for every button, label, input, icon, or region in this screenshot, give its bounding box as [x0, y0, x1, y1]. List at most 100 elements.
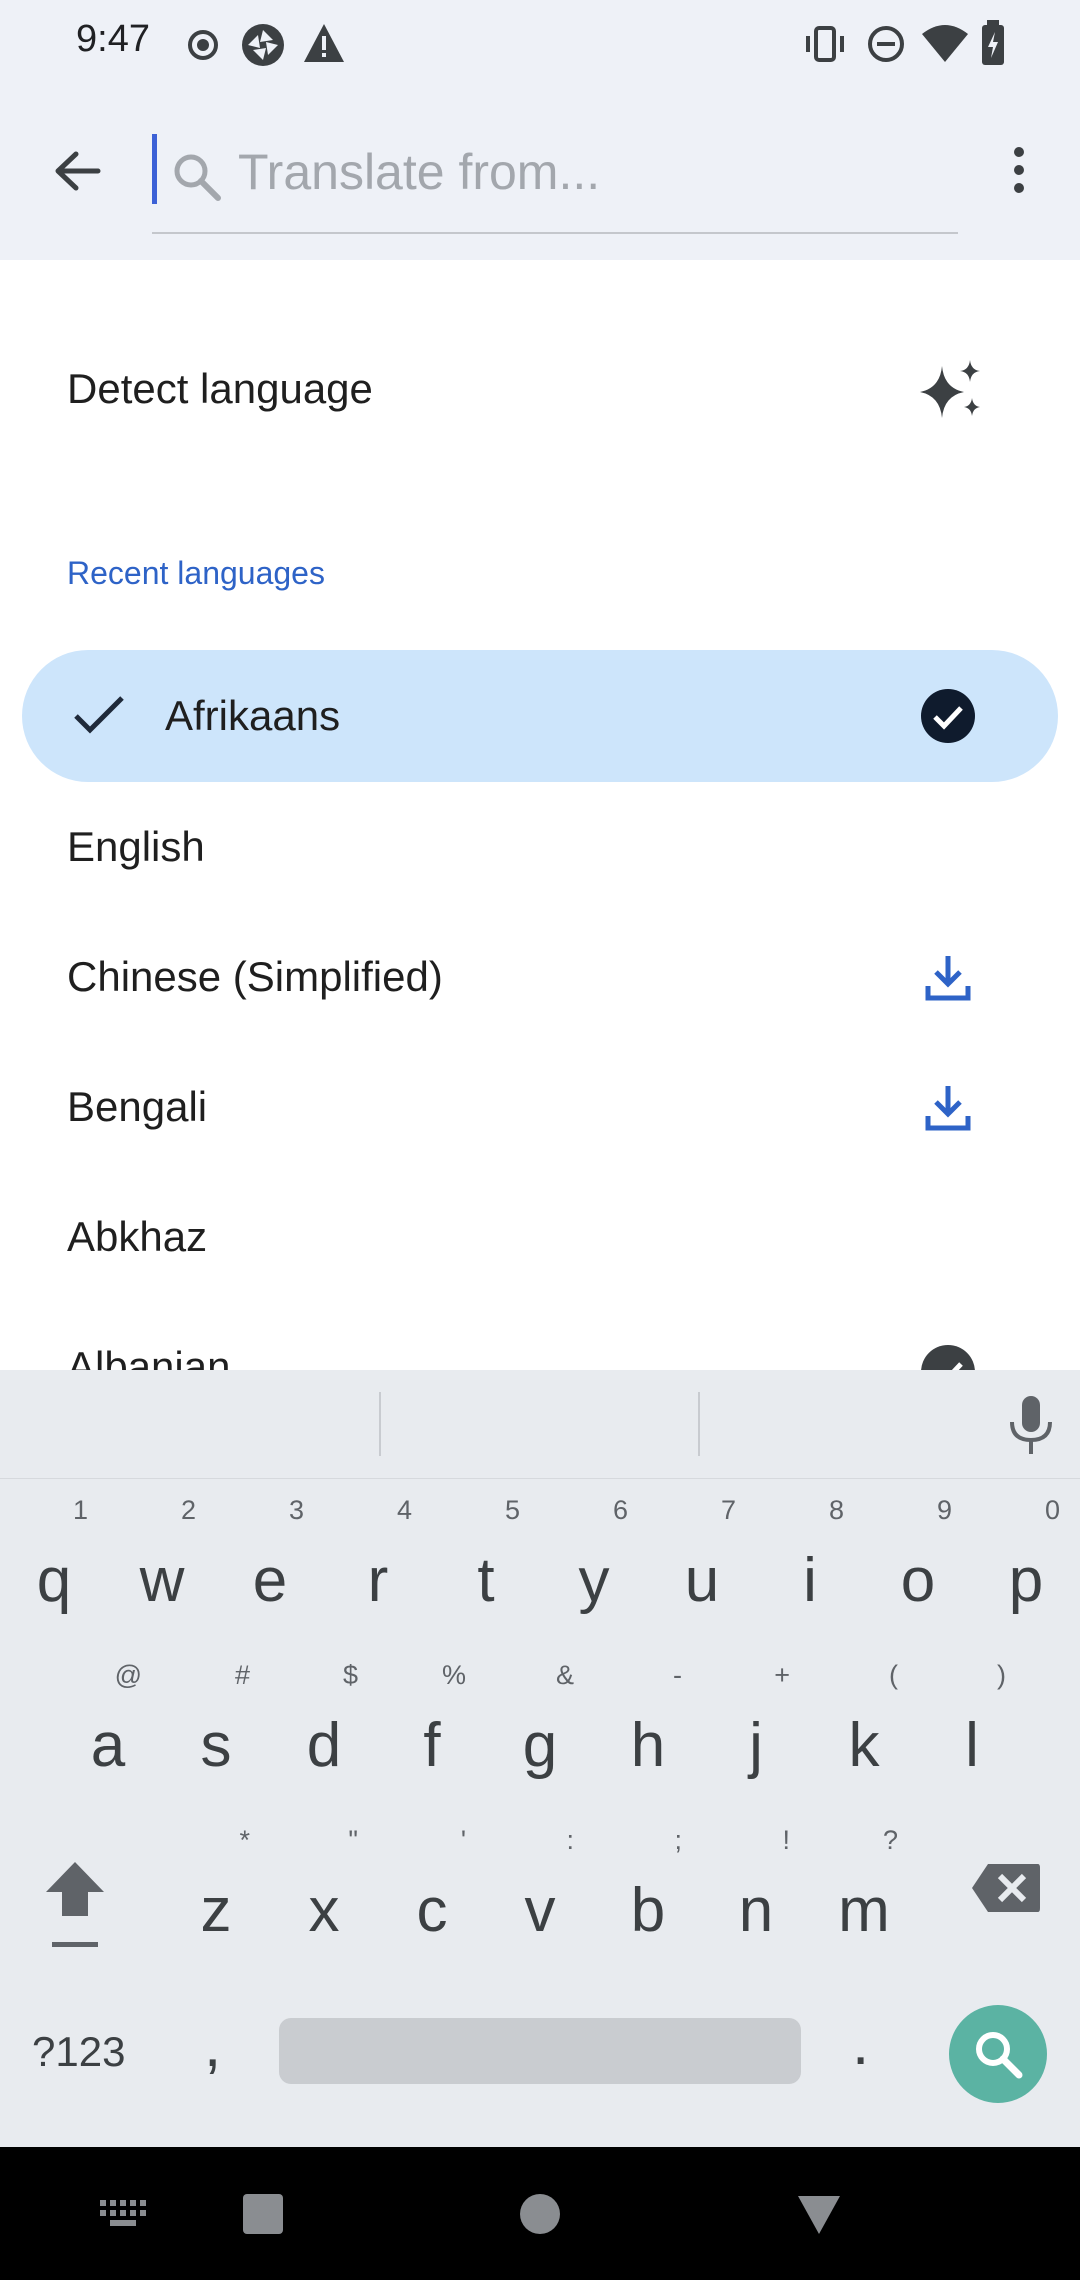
- key-label: f: [423, 1711, 441, 1780]
- record-icon: [188, 30, 218, 60]
- key-h[interactable]: -h: [594, 1660, 702, 1810]
- key-hint: 7: [720, 1495, 736, 1525]
- language-label-chinese-simplified: Chinese (Simplified): [67, 953, 443, 1000]
- key-n[interactable]: ! n: [702, 1825, 810, 1975]
- key-hint: !: [782, 1825, 790, 1855]
- key-hint: 6: [612, 1495, 628, 1525]
- comma-key[interactable]: ,: [204, 2010, 221, 2081]
- key-b[interactable]: ; b: [594, 1825, 702, 1975]
- key-hint: ;: [674, 1825, 682, 1855]
- key-v[interactable]: :v: [486, 1825, 594, 1975]
- key-x[interactable]: " x: [270, 1825, 378, 1975]
- key-label: o: [900, 1546, 936, 1615]
- language-label-bengali: Bengali: [67, 1083, 208, 1130]
- key-label: s: [200, 1711, 232, 1780]
- key-hint: (: [889, 1660, 898, 1690]
- back-button[interactable]: [796, 2194, 842, 2236]
- key-label: e: [252, 1546, 288, 1615]
- language-label-abkhaz: Abkhaz: [67, 1213, 208, 1260]
- detect-language-label: Detect language: [67, 365, 373, 412]
- suggestion-divider: [698, 1392, 700, 1456]
- key-hint: :: [566, 1825, 574, 1855]
- key-g[interactable]: & g: [486, 1660, 594, 1810]
- key-w[interactable]: 2w: [108, 1495, 216, 1645]
- key-hint: 1: [72, 1495, 88, 1525]
- warning-icon: [304, 24, 344, 62]
- period-key[interactable]: .: [852, 2008, 869, 2079]
- search-icon: [174, 154, 221, 201]
- text-cursor: [152, 134, 157, 204]
- checkmark-icon: [74, 696, 124, 734]
- key-f[interactable]: % f: [378, 1660, 486, 1810]
- key-label: d: [306, 1711, 342, 1780]
- key-s[interactable]: # s: [162, 1660, 270, 1810]
- downloaded-check-icon: [921, 1345, 975, 1370]
- key-label: t: [477, 1546, 495, 1615]
- key-label: b: [630, 1876, 666, 1945]
- symbols-key[interactable]: ?123: [32, 2028, 125, 2076]
- key-d[interactable]: $ d: [270, 1660, 378, 1810]
- language-item-albanian[interactable]: Albanian: [0, 1304, 1080, 1370]
- key-u[interactable]: 7u: [648, 1495, 756, 1645]
- key-hint: %: [441, 1660, 466, 1690]
- key-a[interactable]: @ a: [54, 1660, 162, 1810]
- key-label: i: [803, 1546, 817, 1615]
- key-q[interactable]: 1q: [0, 1495, 108, 1645]
- space-key[interactable]: [279, 2018, 801, 2084]
- key-hint: 5: [504, 1495, 520, 1525]
- key-label: h: [630, 1711, 666, 1780]
- key-hint: *: [239, 1825, 250, 1855]
- language-label-albanian: Albanian: [67, 1343, 231, 1370]
- home-button[interactable]: [520, 2194, 560, 2234]
- key-label: k: [848, 1711, 880, 1780]
- search-action-key[interactable]: [949, 2005, 1047, 2103]
- key-hint: 0: [1044, 1495, 1060, 1525]
- key-p[interactable]: 0p: [972, 1495, 1080, 1645]
- status-bar: [0, 0, 1080, 88]
- downloaded-check-icon: [921, 689, 975, 743]
- do-not-disturb-icon: [868, 26, 904, 62]
- wifi-icon: [922, 25, 968, 62]
- key-y[interactable]: 6y: [540, 1495, 648, 1645]
- key-hint: 9: [936, 1495, 952, 1525]
- key-hint: $: [342, 1660, 358, 1690]
- recents-button[interactable]: [243, 2194, 283, 2234]
- shutter-icon: [242, 24, 284, 66]
- key-z[interactable]: * z: [162, 1825, 270, 1975]
- language-label-afrikaans: Afrikaans: [165, 692, 341, 739]
- key-i[interactable]: 8i: [756, 1495, 864, 1645]
- key-r[interactable]: 4r: [324, 1495, 432, 1645]
- key-label: j: [749, 1711, 763, 1780]
- language-label-english: English: [67, 823, 205, 870]
- key-k[interactable]: (k: [810, 1660, 918, 1810]
- key-hint: @: [114, 1660, 142, 1690]
- key-o[interactable]: 9o: [864, 1495, 972, 1645]
- search-icon: [976, 2032, 1023, 2079]
- key-e[interactable]: 3e: [216, 1495, 324, 1645]
- battery-icon: [982, 20, 1004, 65]
- download-icon[interactable]: [922, 952, 974, 1004]
- key-t[interactable]: 5t: [432, 1495, 540, 1645]
- key-c[interactable]: ' c: [378, 1825, 486, 1975]
- key-hint: 8: [828, 1495, 844, 1525]
- key-hint: 2: [180, 1495, 196, 1525]
- keyboard-switch-icon[interactable]: [98, 2196, 148, 2232]
- key-label: v: [524, 1876, 556, 1945]
- microphone-icon[interactable]: [1004, 1394, 1058, 1456]
- key-hint: #: [234, 1660, 250, 1690]
- back-arrow-icon[interactable]: [50, 146, 106, 196]
- key-hint: ): [997, 1660, 1006, 1690]
- shift-key[interactable]: [40, 1858, 110, 1950]
- sparkle-icon: [920, 360, 980, 418]
- search-input[interactable]: [238, 140, 938, 204]
- key-label: m: [838, 1876, 890, 1945]
- key-m[interactable]: ? m: [810, 1825, 918, 1975]
- key-label: p: [1008, 1546, 1044, 1615]
- backspace-key[interactable]: [970, 1862, 1042, 1914]
- key-j[interactable]: + j: [702, 1660, 810, 1810]
- recent-languages-header: Recent languages: [67, 555, 325, 591]
- key-l[interactable]: ) l: [918, 1660, 1026, 1810]
- more-options-icon[interactable]: [1004, 146, 1034, 196]
- download-icon[interactable]: [922, 1082, 974, 1134]
- status-time: 9:47: [76, 18, 150, 60]
